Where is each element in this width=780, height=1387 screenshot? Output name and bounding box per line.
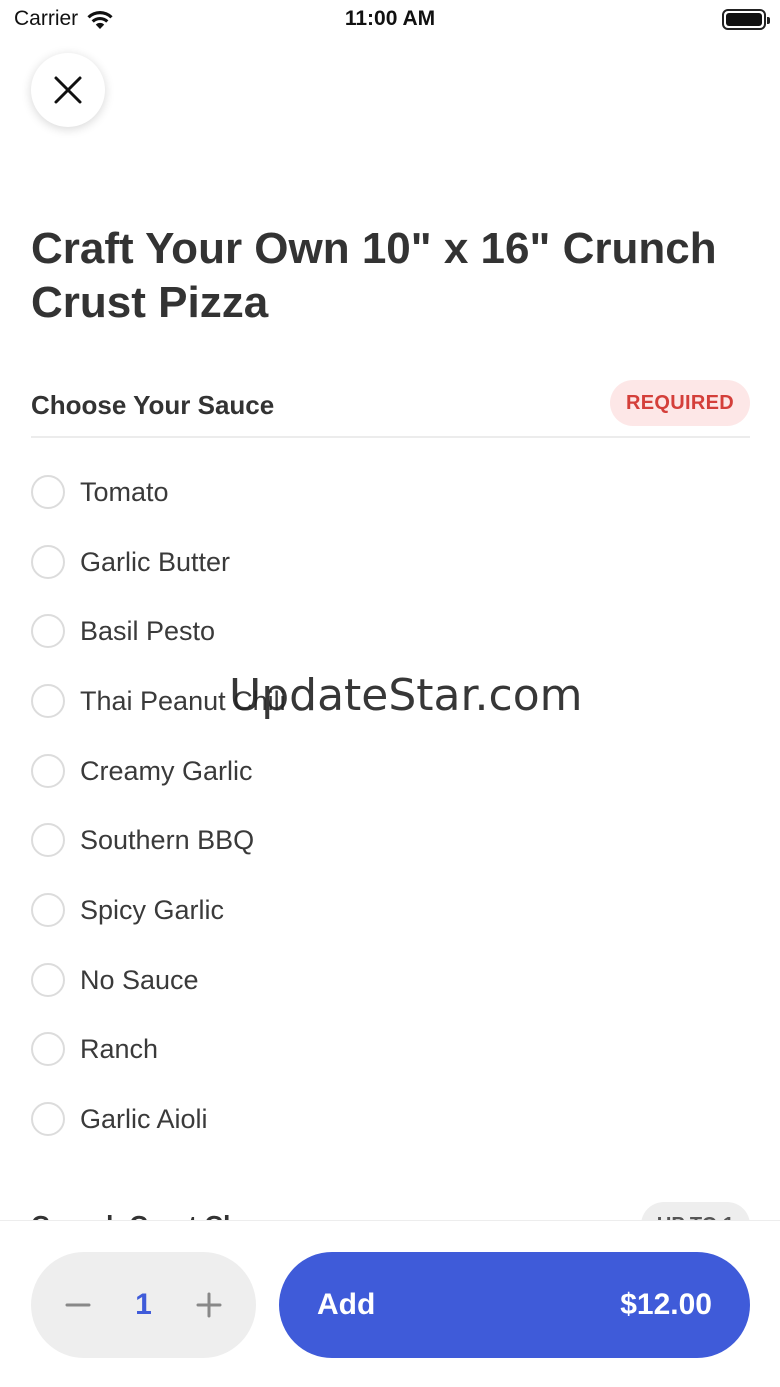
radio-button[interactable] [31,614,65,648]
sauce-section-header: Choose Your Sauce REQUIRED [31,380,750,438]
sauce-option[interactable]: Basil Pesto [31,601,750,661]
radio-button[interactable] [31,893,65,927]
option-label: Garlic Butter [80,546,231,577]
radio-button[interactable] [31,1102,65,1136]
bottom-bar: 1 Add $12.00 [0,1220,780,1387]
sauce-option[interactable]: Garlic Aioli [31,1089,750,1149]
watermark: UpdateStar.com [229,670,583,721]
radio-button[interactable] [31,963,65,997]
price-label: $12.00 [620,1288,712,1321]
increment-button[interactable] [192,1285,226,1325]
option-label: Creamy Garlic [80,755,253,786]
plus-icon [196,1292,222,1318]
sauce-option[interactable]: Tomato [31,462,750,522]
sauce-option[interactable]: No Sauce [31,950,750,1010]
add-to-cart-button[interactable]: Add $12.00 [279,1252,750,1358]
option-label: Spicy Garlic [80,894,225,925]
close-icon [54,76,82,104]
option-label: Basil Pesto [80,615,216,646]
radio-button[interactable] [31,1032,65,1066]
page-title: Craft Your Own 10" x 16" Crunch Crust Pi… [31,224,717,327]
radio-button[interactable] [31,684,65,718]
radio-button[interactable] [31,754,65,788]
option-label: Southern BBQ [80,824,255,855]
option-label: Tomato [80,476,169,507]
option-label: No Sauce [80,964,199,995]
sauce-option[interactable]: Spicy Garlic [31,880,750,940]
close-button[interactable] [31,53,105,127]
sauce-option[interactable]: Ranch [31,1019,750,1079]
section-title: Choose Your Sauce [31,390,275,420]
add-label: Add [317,1288,376,1321]
sauce-option[interactable]: Southern BBQ [31,810,750,870]
radio-button[interactable] [31,475,65,509]
required-badge: REQUIRED [610,380,750,426]
radio-button[interactable] [31,823,65,857]
status-bar: Carrier 11:00 AM [0,0,780,40]
battery-icon [722,9,770,30]
status-time: 11:00 AM [344,7,436,30]
sauce-option[interactable]: Garlic Butter [31,532,750,592]
quantity-stepper[interactable]: 1 [31,1252,256,1358]
option-label: Garlic Aioli [80,1103,208,1134]
sauce-option[interactable]: Creamy Garlic [31,741,750,801]
radio-button[interactable] [31,545,65,579]
option-label: Ranch [80,1033,159,1064]
